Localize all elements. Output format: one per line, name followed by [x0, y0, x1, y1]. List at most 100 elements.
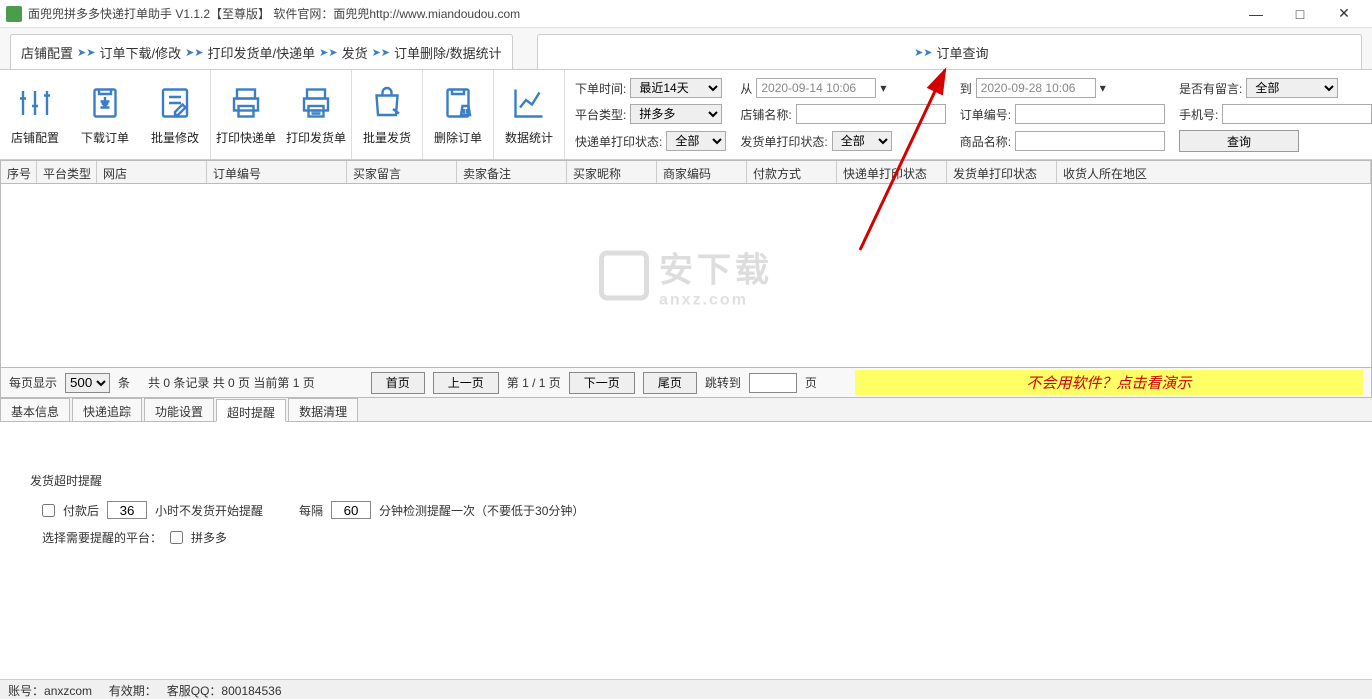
arrow-icon: ➤➤: [77, 46, 95, 59]
bag-icon: [367, 83, 407, 123]
minimize-button[interactable]: —: [1234, 0, 1278, 28]
tab-label: 订单查询: [937, 43, 989, 62]
after-pay-hours-input[interactable]: [107, 501, 147, 519]
express-print-select[interactable]: 全部: [666, 131, 726, 151]
from-date-input[interactable]: [756, 78, 876, 98]
to-date-input[interactable]: [976, 78, 1096, 98]
tab-label: 打印发货单/快递单: [208, 43, 316, 62]
tool-download-order[interactable]: 下载订单: [70, 70, 140, 159]
per-page-label: 每页显示: [9, 374, 57, 391]
first-page-button[interactable]: 首页: [371, 372, 425, 394]
trash-icon: [438, 83, 478, 123]
table-header: 序号 平台类型 网店 订单编号 买家留言 卖家备注 买家昵称 商家编码 付款方式…: [0, 160, 1372, 184]
close-button[interactable]: ✕: [1322, 0, 1366, 28]
tab-order-query[interactable]: ➤➤ 订单查询: [537, 34, 1362, 69]
maximize-button[interactable]: □: [1278, 0, 1322, 28]
last-page-button[interactable]: 尾页: [643, 372, 697, 394]
col-platform: 平台类型: [37, 161, 97, 183]
interval-input[interactable]: [331, 501, 371, 519]
printer-icon: [296, 83, 336, 123]
shop-name-label: 店铺名称:: [740, 106, 791, 123]
tool-print-delivery[interactable]: 打印发货单: [281, 70, 351, 159]
prev-page-button[interactable]: 上一页: [433, 372, 499, 394]
phone-label: 手机号:: [1179, 106, 1218, 123]
product-name-label: 商品名称:: [960, 133, 1011, 150]
tab-label: 订单删除/数据统计: [394, 43, 502, 62]
express-print-label: 快递单打印状态:: [575, 133, 662, 150]
order-no-input[interactable]: [1015, 104, 1165, 124]
sliders-icon: [15, 83, 55, 123]
app-icon: [6, 6, 22, 22]
download-icon: [85, 83, 125, 123]
after-pay-checkbox[interactable]: [42, 504, 55, 517]
platform-select[interactable]: 拼多多: [630, 104, 722, 124]
to-label: 到: [960, 80, 972, 97]
tab-shop-config[interactable]: 店铺配置 ➤➤ 订单下载/修改 ➤➤ 打印发货单/快递单 ➤➤ 发货 ➤➤ 订单…: [10, 34, 513, 69]
interval-label: 每隔: [299, 502, 323, 519]
status-qq-label: 客服QQ：: [167, 684, 222, 698]
platform-pdd-label: 拼多多: [191, 529, 227, 546]
arrow-icon: ➤➤: [319, 46, 337, 59]
delivery-print-label: 发货单打印状态:: [740, 133, 827, 150]
order-time-select[interactable]: 最近14天: [630, 78, 722, 98]
pager-total: 共 0 条记录 共 0 页 当前第 1 页: [148, 374, 315, 391]
chart-icon: [509, 83, 549, 123]
titlebar: 面兜兜拼多多快递打单助手 V1.1.2【至尊版】 软件官网：面兜兜http://…: [0, 0, 1372, 28]
delivery-print-select[interactable]: 全部: [832, 131, 892, 151]
window-title: 面兜兜拼多多快递打单助手 V1.1.2【至尊版】 软件官网：面兜兜http://…: [28, 5, 1234, 22]
order-table: 序号 平台类型 网店 订单编号 买家留言 卖家备注 买家昵称 商家编码 付款方式…: [0, 160, 1372, 368]
pager: 每页显示 500 条 共 0 条记录 共 0 页 当前第 1 页 首页 上一页 …: [0, 368, 1372, 398]
per-page-unit: 条: [118, 374, 130, 391]
has-msg-select[interactable]: 全部: [1246, 78, 1338, 98]
order-no-label: 订单编号:: [960, 106, 1011, 123]
col-orderno: 订单编号: [207, 161, 347, 183]
jump-input[interactable]: [749, 373, 797, 393]
col-delivery-print: 发货单打印状态: [947, 161, 1057, 183]
help-banner[interactable]: 不会用软件？点击看演示: [855, 370, 1363, 395]
next-page-button[interactable]: 下一页: [569, 372, 635, 394]
table-body[interactable]: 安下载 anxz.com: [0, 184, 1372, 368]
sub-tabbar: 基本信息 快递追踪 功能设置 超时提醒 数据清理: [0, 398, 1372, 422]
product-name-input[interactable]: [1015, 131, 1165, 151]
subtab-cleanup[interactable]: 数据清理: [288, 398, 358, 421]
section-title: 发货超时提醒: [30, 472, 1342, 489]
jump-unit: 页: [805, 374, 817, 391]
order-time-label: 下单时间:: [575, 80, 626, 97]
tool-batch-ship[interactable]: 批量发货: [352, 70, 422, 159]
tab-label: 店铺配置: [21, 43, 73, 62]
col-seller-note: 卖家备注: [457, 161, 567, 183]
tool-delete-order[interactable]: 删除订单: [423, 70, 493, 159]
platform-choice-label: 选择需要提醒的平台：: [42, 529, 162, 546]
arrow-icon: ➤➤: [914, 46, 932, 59]
tool-shop-config[interactable]: 店铺配置: [0, 70, 70, 159]
main-tabbar: 店铺配置 ➤➤ 订单下载/修改 ➤➤ 打印发货单/快递单 ➤➤ 发货 ➤➤ 订单…: [0, 28, 1372, 70]
status-qq: 800184536: [221, 684, 281, 698]
tool-data-stats[interactable]: 数据统计: [494, 70, 564, 159]
col-pay-method: 付款方式: [747, 161, 837, 183]
arrow-icon: ➤➤: [185, 46, 203, 59]
col-buyer-nick: 买家昵称: [567, 161, 657, 183]
platform-pdd-checkbox[interactable]: [170, 531, 183, 544]
subtab-basic[interactable]: 基本信息: [0, 398, 70, 421]
tool-batch-edit[interactable]: 批量修改: [140, 70, 210, 159]
after-pay-suffix: 小时不发货开始提醒: [155, 502, 263, 519]
col-receiver-area: 收货人所在地区: [1057, 161, 1371, 183]
per-page-select[interactable]: 500: [65, 373, 110, 393]
phone-input[interactable]: [1222, 104, 1372, 124]
platform-label: 平台类型:: [575, 106, 626, 123]
toolbar: 店铺配置 下载订单 批量修改 打印快递单 打印发货单 批量发货 删除订单: [0, 70, 1372, 160]
filter-area: 下单时间: 最近14天 从 ▾ 到 ▾ 是否有留言: 全部 平台类型: 拼多多 …: [565, 70, 1372, 159]
after-pay-label: 付款后: [63, 502, 99, 519]
subtab-tracking[interactable]: 快递追踪: [72, 398, 142, 421]
has-msg-label: 是否有留言:: [1179, 80, 1242, 97]
timeout-panel: 发货超时提醒 付款后 小时不发货开始提醒 每隔 分钟检测提醒一次（不要低于30分…: [0, 422, 1372, 606]
tool-print-express[interactable]: 打印快递单: [211, 70, 281, 159]
status-account-label: 账号：: [8, 684, 44, 698]
subtab-settings[interactable]: 功能设置: [144, 398, 214, 421]
query-button[interactable]: 查询: [1179, 130, 1299, 152]
arrow-icon: ➤➤: [372, 46, 390, 59]
from-label: 从: [740, 80, 752, 97]
subtab-timeout[interactable]: 超时提醒: [216, 399, 286, 422]
watermark-sub: anxz.com: [659, 291, 773, 309]
shop-name-input[interactable]: [796, 104, 946, 124]
